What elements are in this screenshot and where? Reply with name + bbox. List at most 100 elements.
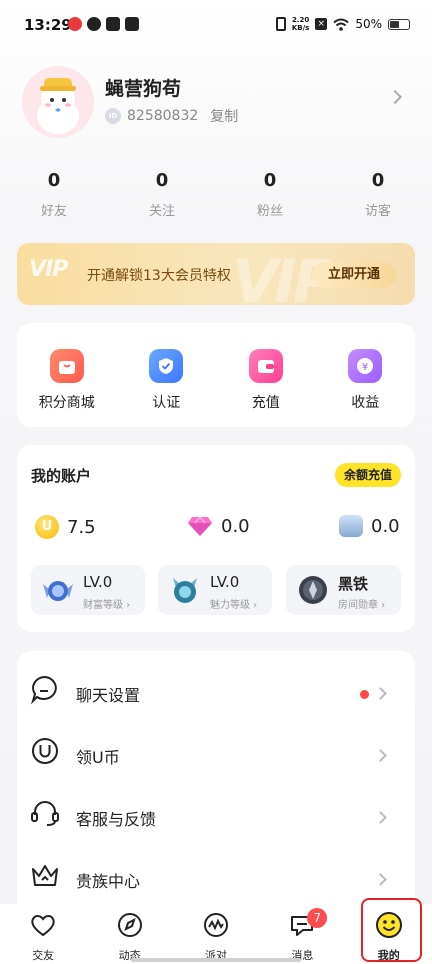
silver-value: 0.0 bbox=[371, 515, 400, 537]
quick-action-earnings[interactable]: ¥ 收益 bbox=[316, 323, 416, 427]
diamond-value: 0.0 bbox=[221, 515, 250, 537]
shop-bag-icon bbox=[49, 349, 84, 383]
battery-icon bbox=[388, 18, 410, 30]
message-count-badge: 7 bbox=[307, 908, 328, 928]
selected-tab-highlight bbox=[361, 898, 422, 962]
stat-label: 关注 bbox=[148, 204, 175, 219]
crown-icon bbox=[32, 865, 58, 886]
level-label: 魅力等级 › bbox=[210, 600, 258, 611]
wealth-level-badge-icon bbox=[43, 581, 73, 601]
network-speed-unit: KB/s bbox=[291, 24, 310, 32]
stat-value: 0 bbox=[47, 170, 61, 191]
user-id: 82580832 bbox=[127, 108, 199, 124]
stat-label: 粉丝 bbox=[256, 204, 283, 219]
level-value: LV.0 bbox=[210, 573, 240, 591]
home-indicator bbox=[131, 958, 301, 962]
level-label: 房间勋章 › bbox=[338, 600, 386, 611]
vip-logo: VIP bbox=[29, 257, 68, 282]
nav-label: 交友 bbox=[32, 949, 55, 962]
stat-following[interactable]: 0 关注 bbox=[108, 170, 216, 222]
quick-action-label: 积分商城 bbox=[38, 395, 95, 411]
stat-value: 0 bbox=[263, 170, 277, 191]
settings-item-claim-u-coin[interactable]: 领U币 bbox=[17, 719, 415, 781]
status-time: 13:29 bbox=[24, 16, 72, 34]
stat-value: 0 bbox=[371, 170, 385, 191]
profile-chevron-right-icon[interactable] bbox=[387, 89, 403, 105]
u-coin-balance[interactable]: U 7.5 bbox=[35, 515, 96, 539]
level-label: 财富等级 › bbox=[83, 600, 131, 611]
user-id-row: ID 82580832 复制 bbox=[105, 106, 238, 126]
party-wave-icon bbox=[203, 913, 228, 937]
chevron-right-icon bbox=[374, 749, 387, 762]
stat-value: 0 bbox=[155, 170, 169, 191]
shield-check-icon bbox=[149, 349, 184, 383]
room-medal-badge-icon bbox=[299, 576, 327, 604]
diamond-icon bbox=[188, 516, 212, 536]
stat-visitors[interactable]: 0 访客 bbox=[324, 170, 432, 222]
balance-recharge-button[interactable]: 余额充值 bbox=[335, 463, 401, 487]
headset-icon bbox=[31, 801, 59, 826]
settings-list: 聊天设置 领U币 客服与反馈 贵族中心 bbox=[17, 651, 415, 911]
link-icon bbox=[87, 17, 101, 31]
network-speed: 2.20 KB/s bbox=[292, 16, 309, 32]
u-coin-value: 7.5 bbox=[67, 516, 96, 538]
quick-action-recharge[interactable]: 充值 bbox=[216, 323, 316, 427]
chat-bubble-icon bbox=[30, 675, 57, 705]
nav-tab-party[interactable]: 派对 bbox=[173, 904, 259, 964]
nav-tab-messages[interactable]: 消息 7 bbox=[259, 904, 345, 964]
level-label-text: 财富等级 bbox=[83, 600, 123, 611]
stat-label: 好友 bbox=[40, 204, 67, 219]
id-badge-icon: ID bbox=[105, 108, 121, 124]
avatar[interactable] bbox=[22, 66, 94, 138]
vip-promo-text: 开通解锁13大会员特权 bbox=[87, 268, 231, 284]
settings-item-label: 贵族中心 bbox=[76, 872, 141, 891]
stats-row: 0 好友 0 关注 0 粉丝 0 访客 bbox=[0, 170, 432, 222]
settings-item-label: 领U币 bbox=[76, 748, 120, 767]
stat-friends[interactable]: 0 好友 bbox=[0, 170, 108, 222]
notification-icons bbox=[68, 17, 139, 31]
vibrate-icon bbox=[275, 17, 286, 31]
room-medal[interactable]: 黑铁 房间勋章 › bbox=[286, 565, 401, 615]
quick-action-label: 收益 bbox=[351, 395, 380, 411]
diamond-balance[interactable]: 0.0 bbox=[187, 515, 250, 537]
chevron-right-icon bbox=[374, 873, 387, 886]
svg-text:¥: ¥ bbox=[362, 362, 368, 373]
quick-action-label: 充值 bbox=[251, 395, 280, 411]
quick-action-label: 认证 bbox=[152, 395, 181, 411]
wifi-icon bbox=[333, 18, 349, 31]
nav-tab-friends[interactable]: 交友 bbox=[0, 904, 86, 964]
chevron-right-icon bbox=[374, 687, 387, 700]
notification-dot bbox=[360, 690, 369, 699]
level-label-text: 房间勋章 bbox=[338, 600, 378, 611]
stat-label: 访客 bbox=[364, 204, 391, 219]
quick-action-points-mall[interactable]: 积分商城 bbox=[17, 323, 117, 427]
mail-icon bbox=[125, 17, 139, 31]
u-coin-outline-icon bbox=[32, 738, 58, 764]
vip-banner[interactable]: VIP VIP 开通解锁13大会员特权 立即开通 bbox=[17, 243, 415, 305]
heart-icon bbox=[31, 915, 55, 937]
wealth-level[interactable]: LV.0 财富等级 › bbox=[31, 565, 145, 615]
settings-item-label: 客服与反馈 bbox=[76, 810, 157, 829]
stat-fans[interactable]: 0 粉丝 bbox=[216, 170, 324, 222]
settings-item-chat[interactable]: 聊天设置 bbox=[17, 657, 415, 719]
level-value: 黑铁 bbox=[338, 575, 369, 593]
settings-item-noble-center[interactable]: 贵族中心 bbox=[17, 843, 415, 905]
charm-level[interactable]: LV.0 魅力等级 › bbox=[158, 565, 272, 615]
settings-item-support[interactable]: 客服与反馈 bbox=[17, 781, 415, 843]
u-coin-icon: U bbox=[35, 515, 59, 539]
copy-id-button[interactable]: 复制 bbox=[210, 106, 238, 126]
vip-activate-button[interactable]: 立即开通 bbox=[312, 262, 396, 288]
nav-tab-moments[interactable]: 动态 bbox=[86, 904, 172, 964]
quick-actions-card: 积分商城 认证 充值 ¥ 收益 bbox=[17, 323, 415, 427]
silver-balance[interactable]: 0.0 bbox=[339, 515, 400, 537]
charm-level-badge-icon bbox=[173, 578, 197, 603]
account-title: 我的账户 bbox=[31, 467, 92, 485]
status-right: 2.20 KB/s × 50% bbox=[275, 16, 410, 32]
username: 蝇营狗苟 bbox=[105, 78, 182, 100]
weibo-icon bbox=[68, 17, 82, 31]
pinwheel-icon bbox=[106, 17, 120, 31]
account-card: 我的账户 余额充值 U 7.5 0.0 0.0 LV.0 财富等级 › LV.0… bbox=[17, 445, 415, 632]
compass-icon bbox=[117, 913, 142, 937]
quick-action-verify[interactable]: 认证 bbox=[117, 323, 217, 427]
no-sim-icon: × bbox=[315, 18, 328, 30]
